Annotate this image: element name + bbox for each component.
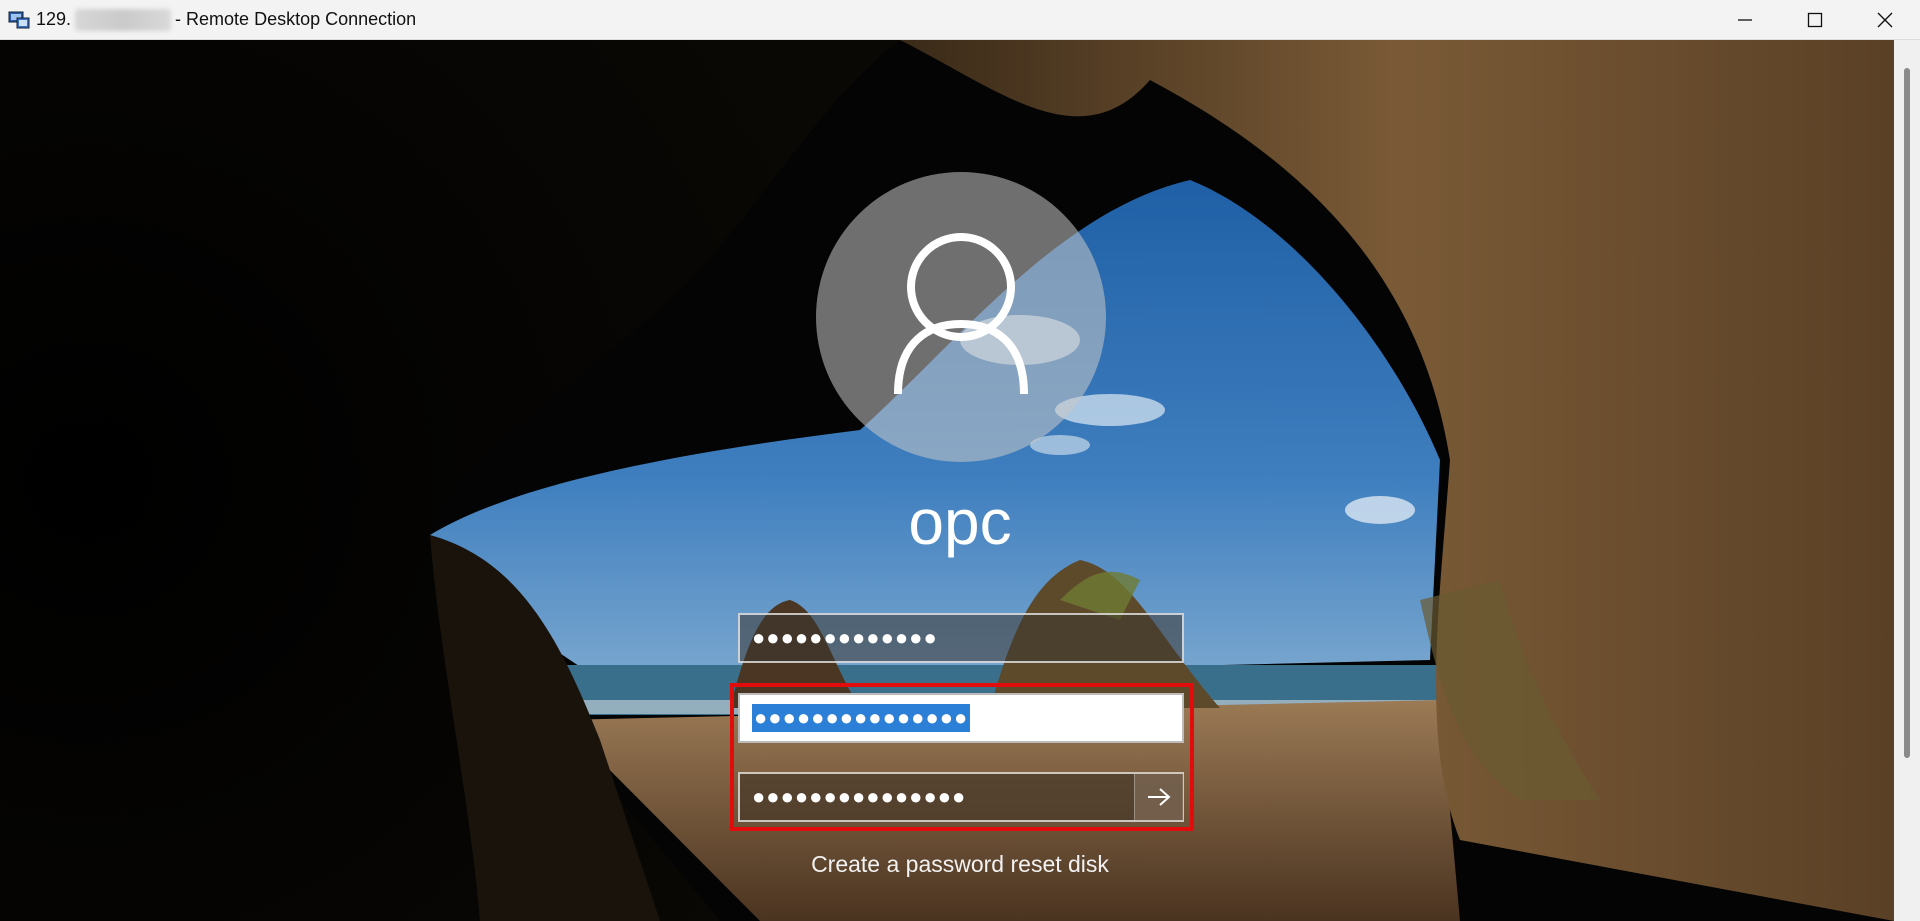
window-title-prefix: 129. bbox=[36, 9, 72, 29]
scrollbar-thumb[interactable] bbox=[1904, 68, 1910, 758]
remote-desktop-viewport[interactable]: opc ●●●●●●●●●●●●● ●●●●●●●●●●●●●●● ●●●●●●… bbox=[0, 40, 1894, 921]
maximize-icon bbox=[1807, 12, 1823, 28]
window-controls bbox=[1710, 0, 1920, 40]
user-icon bbox=[894, 233, 1028, 395]
close-button[interactable] bbox=[1850, 0, 1920, 40]
close-icon bbox=[1877, 12, 1893, 28]
highlight-annotation bbox=[730, 683, 1194, 831]
remote-desktop-icon bbox=[8, 9, 30, 31]
password-reset-link[interactable]: Create a password reset disk bbox=[760, 851, 1160, 878]
account-username: opc bbox=[908, 486, 1012, 558]
user-avatar bbox=[816, 172, 1106, 462]
maximize-button[interactable] bbox=[1780, 0, 1850, 40]
minimize-button[interactable] bbox=[1710, 0, 1780, 40]
redacted-address bbox=[75, 8, 172, 31]
vertical-scrollbar[interactable] bbox=[1894, 40, 1920, 921]
minimize-icon bbox=[1738, 19, 1752, 21]
window-title: - Remote Desktop Connection bbox=[175, 9, 417, 29]
username-field[interactable]: ●●●●●●●●●●●●● bbox=[738, 613, 1184, 663]
title-bar: 129. - Remote Desktop Connection bbox=[0, 0, 1920, 40]
